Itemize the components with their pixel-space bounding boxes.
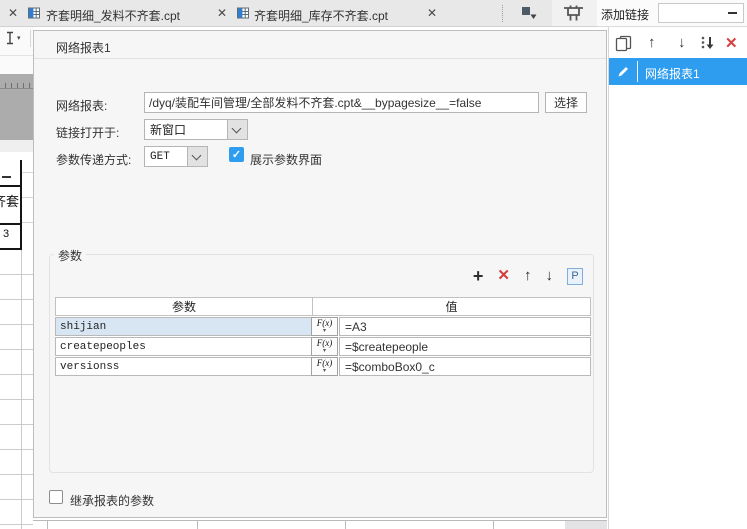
table-row[interactable]: createpeoples F(x) ▾ =$createpeople [55,337,591,356]
table-row[interactable]: versionss F(x) ▾ =$comboBox0_c [55,357,591,376]
chevron-down-icon: ▾ [322,367,326,374]
params-table-header: 参数 值 [55,297,591,316]
show-param-ui-label: 展示参数界面 [250,153,323,167]
sort-move-bottom-icon[interactable] [700,35,716,55]
table-row[interactable]: shijian F(x) ▾ =A3 [55,317,591,336]
gridline [22,172,33,173]
param-method-combobox[interactable]: GET [144,146,208,167]
param-method-value: GET [150,150,170,163]
hyperlink-item-label: 网络报表1 [645,67,700,81]
open-target-combobox[interactable]: 新窗口 [144,119,248,140]
hyperlink-list-item[interactable]: 网络报表1 [609,58,747,85]
move-up-icon[interactable]: ↑ [524,268,532,284]
left-designer-strip: ▾ 齐套 3 [0,27,33,529]
bordered-cells: 齐套 3 [0,160,22,250]
move-down-icon[interactable]: ↓ [546,268,554,284]
gridline [22,222,33,223]
shaded-cell [565,521,607,529]
show-param-ui-checkbox[interactable]: ✓ [229,147,244,162]
formula-fx-button[interactable]: F(x) ▾ [311,317,338,336]
gridline [22,197,33,198]
column-divider [21,250,22,529]
hyperlink-list-panel: ↑ ↓ ✕ 网络报表1 [608,27,747,529]
delete-param-icon[interactable]: ✕ [497,268,510,284]
tab-title[interactable]: 齐套明细_发料不齐套.cpt [46,7,180,24]
report-file-icon [237,7,249,19]
close-tab-icon[interactable]: ✕ [427,6,437,20]
formula-fx-button[interactable]: F(x) ▾ [311,337,338,356]
param-column-header: 参数 [56,298,313,315]
gridline [197,520,198,529]
inherit-params-label: 继承报表的参数 [70,494,155,508]
tab-separator [502,5,503,22]
tab-bar: ✕ 齐套明细_发料不齐套.cpt ✕ 齐套明细_库存不齐套.cpt ✕ [0,0,597,27]
report-path-input[interactable] [144,92,539,113]
form-block-icon[interactable] [563,4,584,26]
param-method-label: 参数传递方式: [56,153,132,167]
params-table: 参数 值 shijian F(x) ▾ =A3 createpeoples F(x… [55,297,591,376]
hyperlink-dialog: 网络报表1 网络报表: 选择 链接打开于: 新窗口 参数传递方式: GET ✓ … [33,30,607,518]
param-value-cell[interactable]: =$comboBox0_c [339,357,591,376]
divider [34,58,606,59]
value-column-header: 值 [445,300,458,314]
worksheet-bottom-strip [33,518,607,529]
tab-title[interactable]: 齐套明细_库存不齐套.cpt [254,7,388,24]
save-template-icon[interactable] [521,6,538,24]
params-group-title: 参数 [54,247,87,264]
close-tab-icon[interactable]: ✕ [8,6,18,20]
report-file-icon [28,7,40,19]
item-divider [637,61,638,82]
params-toolbar: + ✕ ↑ ↓ P [473,267,583,285]
formula-fx-button[interactable]: F(x) ▾ [311,357,338,376]
ruler-edge [0,88,33,89]
chevron-down-icon: ▾ [322,327,326,334]
add-param-icon[interactable]: + [473,267,484,285]
param-value-cell[interactable]: =A3 [339,317,591,336]
chevron-down-icon[interactable] [187,147,207,166]
params-groupbox: + ✕ ↑ ↓ P 参数 值 shijian F(x) ▾ =A3 create… [49,254,594,473]
move-down-icon[interactable]: ↓ [678,34,686,51]
cursor-tool-icon[interactable]: ▾ [5,31,21,45]
param-name-cell[interactable]: shijian [55,317,312,336]
gridline [345,520,346,529]
divider [0,55,33,56]
param-p-button[interactable]: P [567,267,583,285]
finereport-designer: ✕ 齐套明细_发料不齐套.cpt ✕ 齐套明细_库存不齐套.cpt ✕ 添加链接… [0,0,747,529]
gridline [47,520,48,529]
delete-link-icon[interactable]: ✕ [725,34,738,52]
link-panel-header-row: 添加链接 [597,0,747,27]
copy-icon[interactable] [615,35,632,56]
close-tab-icon[interactable]: ✕ [217,6,227,20]
param-value-cell[interactable]: =$createpeople [339,337,591,356]
choose-button[interactable]: 选择 [545,92,587,113]
open-target-value: 新窗口 [150,123,187,137]
cell-value: 齐套 [0,194,20,209]
cell-border [0,223,20,225]
chevron-down-icon: ▾ [322,347,326,354]
inherit-params-checkbox[interactable] [49,490,63,504]
hyperlink-list-toolbar: ↑ ↓ ✕ [609,32,747,56]
clipped-text-fragment [2,176,11,178]
link-type-combobox[interactable] [658,3,744,23]
open-target-label: 链接打开于: [56,126,120,140]
chevron-down-icon: ▾ [17,35,21,42]
cell-value: 3 [3,228,10,240]
chevron-down-icon[interactable] [227,120,247,139]
worksheet-fragment: 齐套 3 [0,152,33,529]
sheet-header-strip [0,140,33,152]
cell-border [0,185,20,187]
empty-grid-rows [0,250,33,529]
gridline [33,520,607,521]
toolbar-separator [30,30,31,47]
move-up-icon[interactable]: ↑ [648,34,656,51]
dialog-title: 网络报表1 [56,41,111,55]
param-name-cell[interactable]: createpeoples [55,337,312,356]
gridline [493,520,494,529]
dash-icon [728,12,737,14]
edit-pencil-icon[interactable] [617,65,630,81]
add-link-label: 添加链接 [601,8,650,22]
param-name-cell[interactable]: versionss [55,357,312,376]
report-path-label: 网络报表: [56,99,108,113]
